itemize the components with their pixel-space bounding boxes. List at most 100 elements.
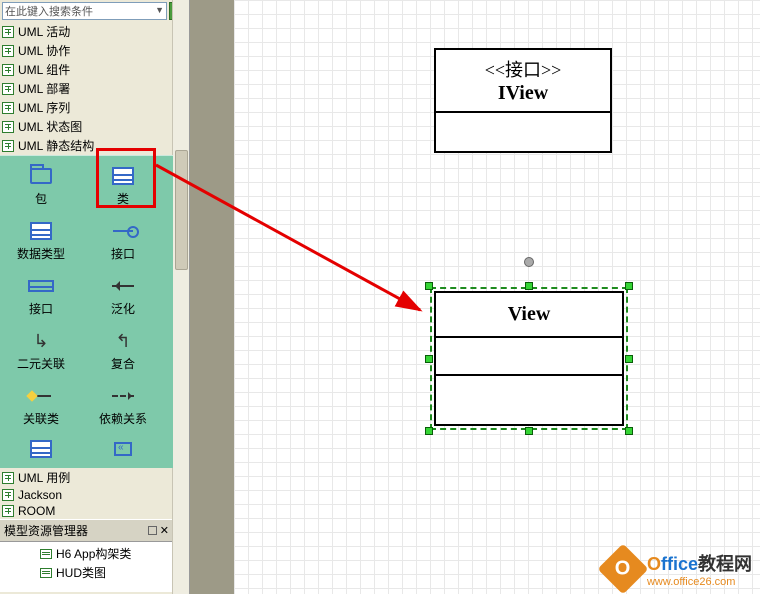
diagram-icon: [40, 568, 52, 578]
shape-generalization[interactable]: 泛化: [82, 269, 164, 324]
package-icon: [28, 166, 54, 186]
resize-handle-sw[interactable]: [425, 427, 433, 435]
tree-item-uml-static[interactable]: UML 静态结构: [0, 136, 173, 155]
panel-title: 模型资源管理器: [4, 522, 88, 539]
shape-binary-assoc[interactable]: ↳二元关联: [0, 324, 82, 379]
stencil-icon: [2, 26, 14, 38]
resize-handle-s[interactable]: [525, 427, 533, 435]
stencil-icon: [2, 140, 14, 152]
scroll-thumb[interactable]: [175, 150, 188, 270]
lollipop-icon: [110, 221, 136, 241]
uml-name: View: [440, 303, 618, 326]
model-label: H6 App构架类: [56, 545, 131, 562]
tree-item-uml-usecase[interactable]: UML 用例: [0, 468, 173, 487]
panel-scrollbar[interactable]: [172, 0, 189, 594]
stencil-icon: [2, 102, 14, 114]
uml-attributes-section: [436, 338, 622, 376]
shape-label: 包: [35, 190, 47, 207]
tree-item-uml-deploy[interactable]: UML 部署: [0, 79, 173, 98]
uml-interface-shape[interactable]: <<接口>> IView: [434, 48, 612, 153]
tree-label: UML 静态结构: [18, 137, 94, 154]
resize-handle-se[interactable]: [625, 427, 633, 435]
wm-o: O: [647, 554, 661, 574]
watermark-icon: O: [598, 544, 649, 594]
diagram-icon: [40, 549, 52, 559]
shape-assoc-class[interactable]: 关联类: [0, 379, 82, 434]
tree-label: ROOM: [18, 504, 55, 518]
panel-window-icon[interactable]: [148, 526, 157, 535]
resize-handle-ne[interactable]: [625, 282, 633, 290]
stencil-icon: [2, 45, 14, 57]
class-icon: [28, 221, 54, 241]
zigzag-icon: ↳: [28, 331, 54, 351]
dropdown-icon[interactable]: ▼: [155, 5, 164, 15]
tree-item-room[interactable]: ROOM: [0, 503, 173, 519]
shape-label: 接口: [29, 300, 53, 317]
tree-item-uml-collab[interactable]: UML 协作: [0, 41, 173, 60]
shape-composition[interactable]: ↰复合: [82, 324, 164, 379]
tree-label: UML 部署: [18, 80, 70, 97]
uml-stereotype: <<接口>>: [440, 56, 606, 82]
watermark-url: www.office26.com: [647, 576, 752, 588]
uml-name: IView: [440, 82, 606, 105]
watermark-text: Office教程网 www.office26.com: [647, 550, 752, 588]
uml-title: View: [436, 293, 622, 338]
uml-title: <<接口>> IView: [436, 50, 610, 113]
close-icon[interactable]: ✕: [160, 524, 169, 537]
tree-label: UML 活动: [18, 23, 70, 40]
tree-item-jackson[interactable]: Jackson: [0, 487, 173, 503]
tree-item-uml-sequence[interactable]: UML 序列: [0, 98, 173, 117]
wm-suffix: 教程网: [698, 554, 752, 574]
tree-label: Jackson: [18, 488, 62, 502]
dashed-arrow-icon: [110, 386, 136, 406]
search-placeholder: 在此键入搜索条件: [5, 3, 93, 19]
left-panel: 在此键入搜索条件 ▼ → UML 活动 UML 协作 UML 组件 UML 部署…: [0, 0, 190, 594]
resize-handle-n[interactable]: [525, 282, 533, 290]
model-label: HUD类图: [56, 564, 106, 581]
wm-rest: ffice: [661, 554, 698, 574]
tree-label: UML 状态图: [18, 118, 82, 135]
drawing-canvas[interactable]: <<接口>> IView View: [234, 0, 760, 594]
resize-handle-e[interactable]: [625, 355, 633, 363]
rotate-handle[interactable]: [524, 257, 534, 267]
stencil-tree-2: UML 用例 Jackson ROOM: [0, 468, 173, 519]
uml-class-selection[interactable]: View: [430, 287, 628, 430]
resize-handle-w[interactable]: [425, 355, 433, 363]
stencil-icon: [2, 64, 14, 76]
shape-dependency[interactable]: 依赖关系: [82, 379, 164, 434]
shape-class[interactable]: 类: [82, 159, 164, 214]
stencil-icon: [2, 121, 14, 133]
tree-label: UML 序列: [18, 99, 70, 116]
shape-extra-2[interactable]: [82, 434, 164, 464]
shape-label: 关联类: [23, 410, 59, 427]
search-input[interactable]: 在此键入搜索条件 ▼: [2, 2, 167, 20]
anchor-icon: [28, 386, 54, 406]
model-explorer-header[interactable]: 模型资源管理器 ✕: [0, 519, 173, 542]
tree-item-uml-state[interactable]: UML 状态图: [0, 117, 173, 136]
shape-label: 数据类型: [17, 245, 65, 262]
class-icon: [110, 166, 136, 186]
resize-handle-nw[interactable]: [425, 282, 433, 290]
shape-interface-lollipop[interactable]: 接口: [82, 214, 164, 269]
shape-package[interactable]: 包: [0, 159, 82, 214]
class-icon: [28, 439, 54, 459]
stencil-tree: UML 活动 UML 协作 UML 组件 UML 部署 UML 序列 UML 状…: [0, 22, 173, 155]
uml-class-shape[interactable]: View: [434, 291, 624, 426]
shape-interface[interactable]: 接口: [0, 269, 82, 324]
watermark: O Office教程网 www.office26.com: [605, 550, 752, 588]
zigzag-icon: ↰: [110, 331, 136, 351]
class-icon: [28, 276, 54, 296]
stencil-icon: [2, 505, 14, 517]
model-item[interactable]: HUD类图: [40, 563, 173, 582]
tree-item-uml-activity[interactable]: UML 活动: [0, 22, 173, 41]
shapes-panel: 包 类 数据类型 接口 接口 泛化 ↳二元关联 ↰复合 关联类 依赖关系: [0, 155, 173, 468]
tree-label: UML 协作: [18, 42, 70, 59]
uml-section: [436, 113, 610, 151]
shape-datatype[interactable]: 数据类型: [0, 214, 82, 269]
shape-extra-1[interactable]: [0, 434, 82, 464]
tree-label: UML 用例: [18, 469, 70, 486]
stencil-icon: [2, 83, 14, 95]
model-item[interactable]: H6 App构架类: [40, 544, 173, 563]
canvas-margin: [190, 0, 234, 594]
tree-item-uml-component[interactable]: UML 组件: [0, 60, 173, 79]
